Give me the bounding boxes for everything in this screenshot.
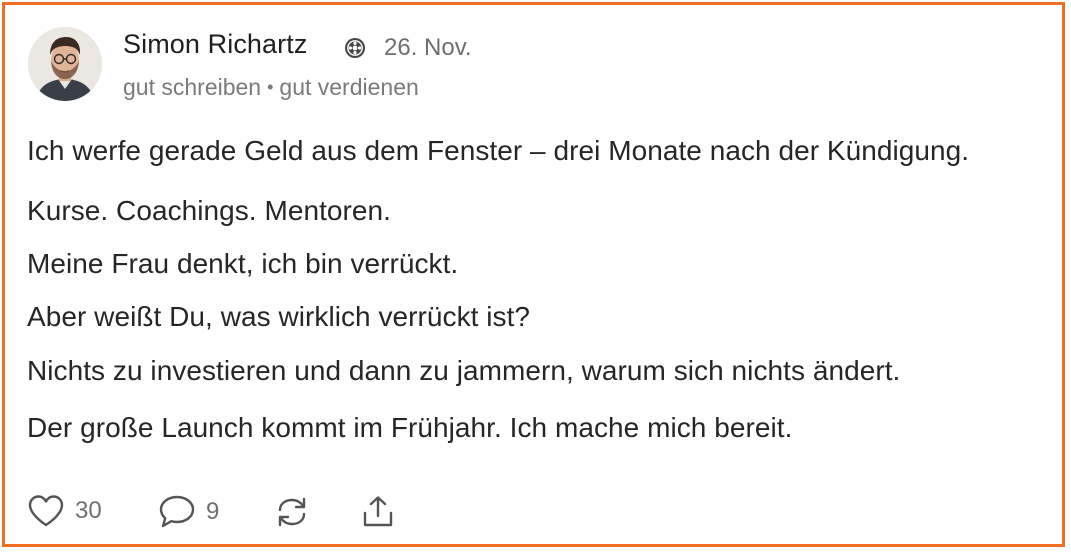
share-icon (359, 494, 397, 530)
comment-icon (158, 494, 196, 530)
post-paragraph: Nichts zu investieren und dann zu jammer… (27, 355, 901, 386)
post-paragraph: Der große Launch kommt im Frühjahr. Ich … (27, 412, 793, 443)
verified-badge-icon (344, 37, 366, 59)
author-name[interactable]: Simon Richartz (123, 29, 307, 60)
restack-button[interactable] (273, 494, 311, 530)
share-button[interactable] (359, 494, 397, 530)
comment-count: 9 (206, 498, 220, 525)
author-avatar[interactable] (28, 27, 102, 101)
like-count: 30 (75, 497, 102, 524)
restack-icon (273, 494, 311, 530)
post-paragraph: Meine Frau denkt, ich bin verrückt. (27, 248, 459, 279)
post-paragraph: Ich werfe gerade Geld aus dem Fenster – … (27, 135, 970, 166)
like-button[interactable]: 30 (27, 494, 102, 528)
heart-icon (27, 494, 65, 528)
post-date[interactable]: 26. Nov. (384, 34, 472, 62)
publication-subtitle: gut schreiben • gut verdienen (123, 74, 419, 101)
post-paragraph: Kurse. Coachings. Mentoren. (27, 195, 391, 226)
post-paragraph: Aber weißt Du, was wirklich verrückt ist… (27, 301, 531, 332)
post-card: Simon Richartz 26. Nov. gut schreiben • gu… (2, 2, 1065, 547)
subtitle-left: gut schreiben (123, 74, 262, 100)
comment-button[interactable]: 9 (158, 494, 219, 530)
subtitle-right: gut verdienen (279, 74, 419, 100)
subtitle-separator: • (267, 77, 274, 97)
